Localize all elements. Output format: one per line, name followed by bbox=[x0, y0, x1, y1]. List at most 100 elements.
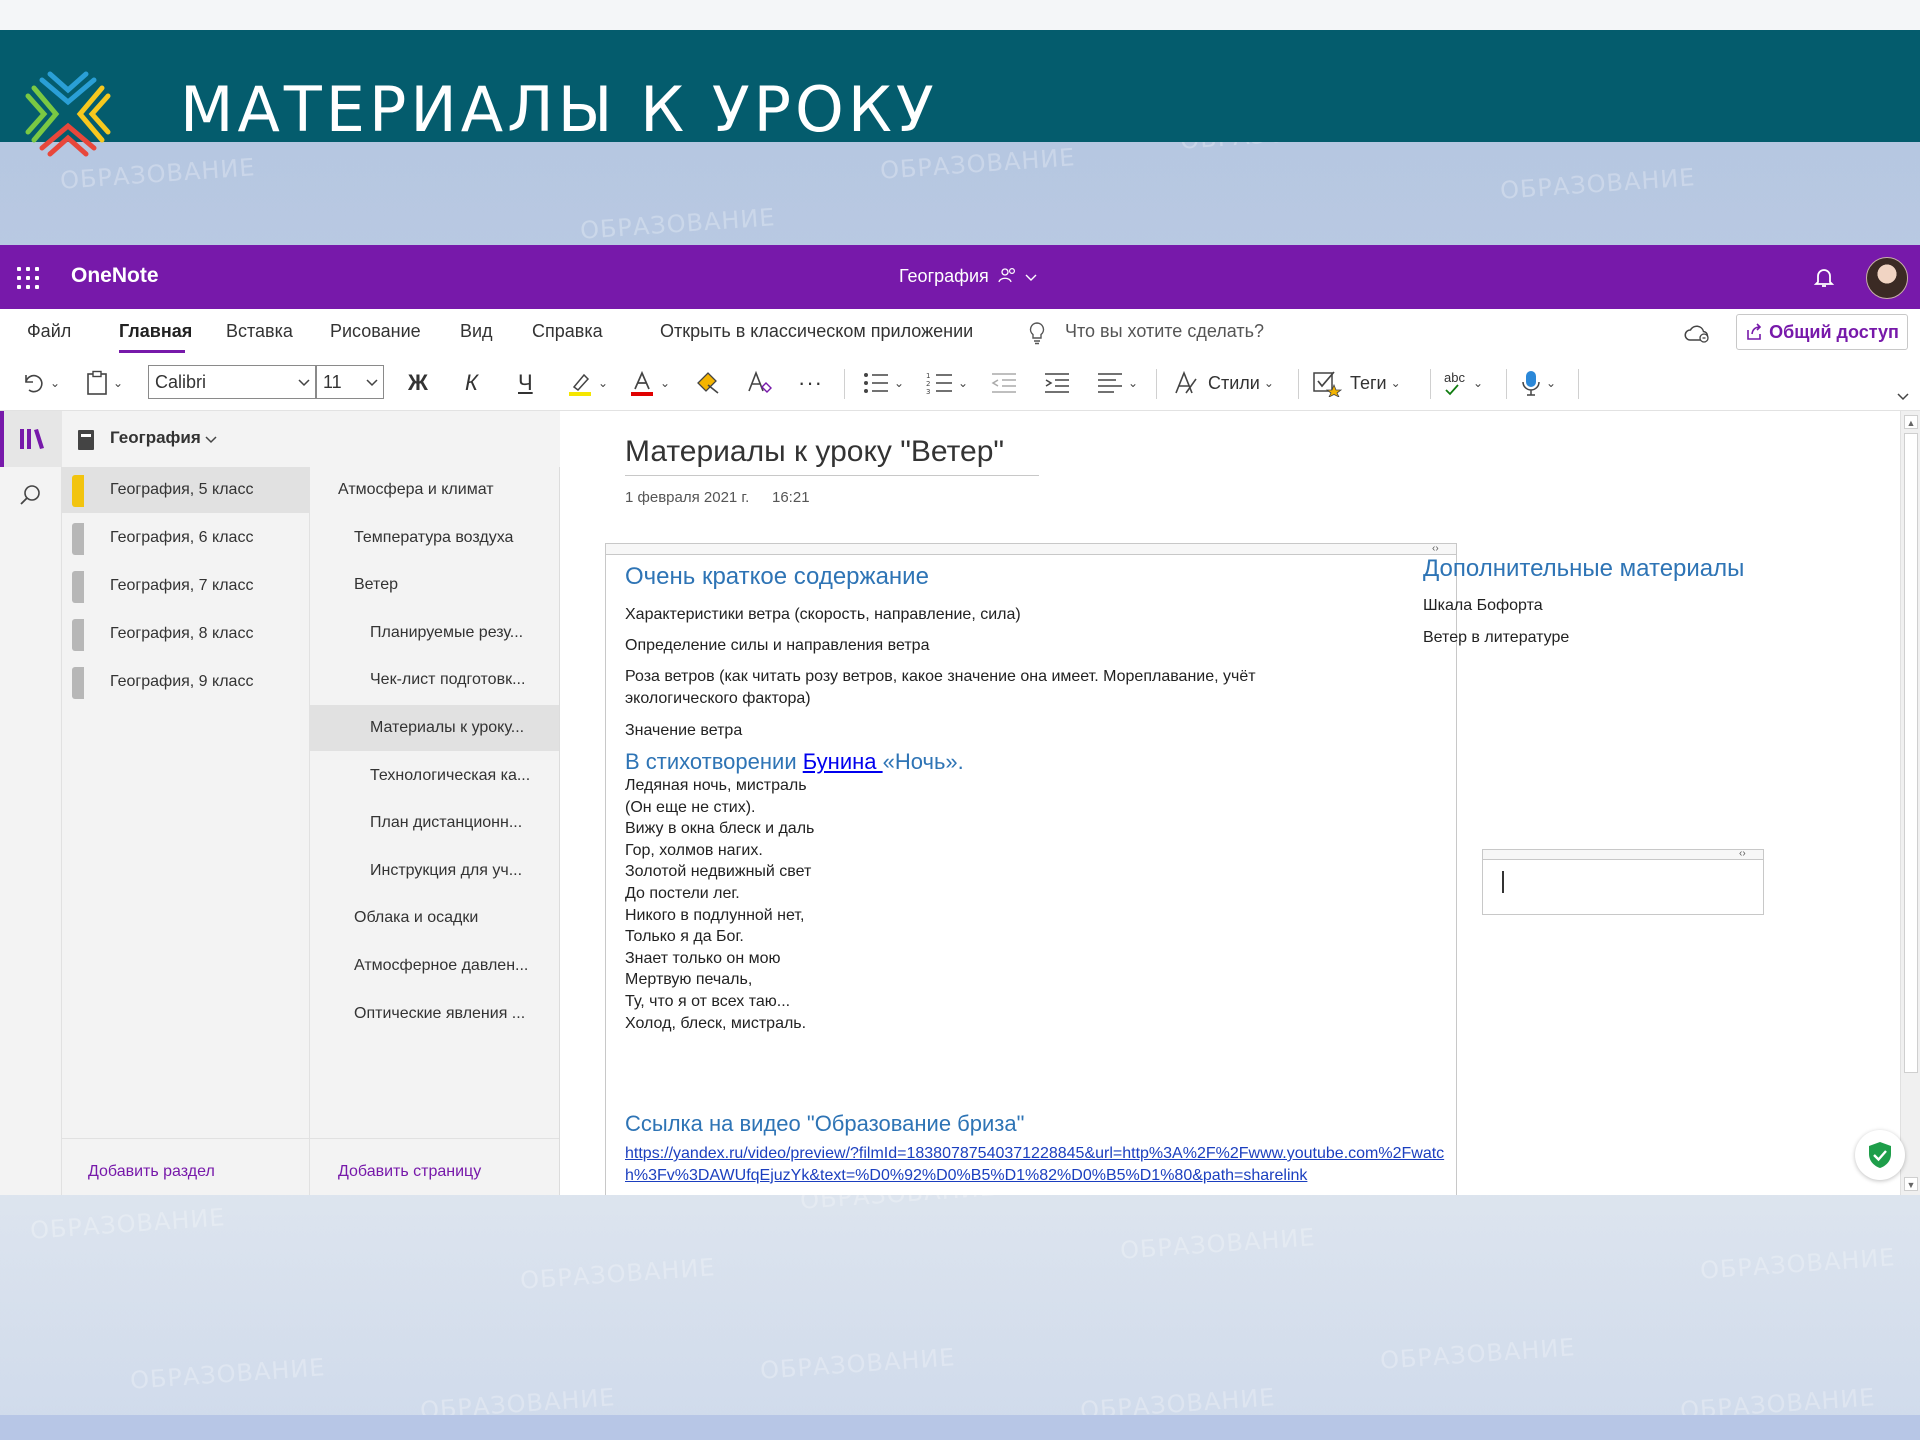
paste-button[interactable]: ⌄ bbox=[85, 367, 123, 399]
increase-indent-button[interactable] bbox=[1043, 367, 1071, 399]
undo-button[interactable]: ⌄ bbox=[20, 367, 60, 399]
share-icon bbox=[1747, 323, 1762, 340]
ribbon-expand-icon[interactable] bbox=[1896, 391, 1910, 403]
additional-materials-item[interactable]: Ветер в литературе bbox=[1423, 629, 1569, 647]
page-item[interactable]: Атмосфера и климат bbox=[310, 467, 559, 513]
poem-line[interactable]: До постели лег. bbox=[625, 885, 740, 903]
page-item[interactable]: Инструкция для уч... bbox=[310, 848, 559, 894]
page-item[interactable]: Облака и осадки bbox=[310, 895, 559, 941]
bullets-button[interactable]: ⌄ bbox=[862, 367, 904, 399]
tell-me-search[interactable]: Что вы хотите сделать? bbox=[1065, 321, 1264, 342]
poem-line[interactable]: Мертвую печаль, bbox=[625, 971, 752, 989]
page-item[interactable]: Планируемые резу... bbox=[310, 610, 559, 656]
paragraph-alignment-button[interactable]: ⌄ bbox=[1096, 367, 1138, 399]
additional-materials-heading[interactable]: Дополнительные материалы bbox=[1423, 555, 1744, 583]
sync-cloud-icon[interactable] bbox=[1683, 322, 1711, 344]
page-item-selected[interactable]: Материалы к уроку... bbox=[310, 705, 559, 751]
poem-line[interactable]: Золотой недвижный свет bbox=[625, 863, 811, 881]
tab-draw[interactable]: Рисование bbox=[330, 321, 421, 342]
notification-bell-icon[interactable] bbox=[1812, 265, 1836, 289]
toolbar-divider bbox=[1506, 369, 1507, 399]
poem-line[interactable]: Ледяная ночь, мистраль bbox=[625, 777, 807, 795]
underline-button[interactable]: Ч bbox=[518, 367, 533, 399]
chevron-down-icon bbox=[298, 379, 310, 387]
poem-line[interactable]: (Он еще не стих). bbox=[625, 799, 756, 817]
poem-heading[interactable]: В стихотворении Бунина «Ночь». bbox=[625, 749, 964, 775]
notebook-picker[interactable]: География bbox=[62, 411, 560, 467]
notebooks-rail-button[interactable] bbox=[0, 411, 62, 467]
summary-point[interactable]: Характеристики ветра (скорость, направле… bbox=[625, 604, 1445, 626]
tab-file[interactable]: Файл bbox=[27, 321, 71, 342]
page-title-underline bbox=[625, 475, 1039, 476]
dictate-button[interactable]: ⌄ bbox=[1520, 367, 1556, 399]
page-item[interactable]: Ветер bbox=[310, 562, 559, 608]
resize-handle-icon[interactable]: ‹› bbox=[1432, 543, 1439, 554]
section-item[interactable]: География, 8 класс bbox=[62, 611, 309, 657]
additional-materials-item[interactable]: Шкала Бофорта bbox=[1423, 597, 1543, 615]
add-page-link[interactable]: Добавить страницу bbox=[338, 1163, 481, 1181]
page-item[interactable]: Чек-лист подготовк... bbox=[310, 657, 559, 703]
section-item[interactable]: География, 9 класс bbox=[62, 659, 309, 705]
page-item[interactable]: Атмосферное давлен... bbox=[310, 943, 559, 989]
section-item[interactable]: География, 7 класс bbox=[62, 563, 309, 609]
resize-handle-icon[interactable]: ‹› bbox=[1739, 848, 1746, 859]
scroll-down-arrow-icon[interactable]: ▼ bbox=[1904, 1177, 1918, 1191]
section-item[interactable]: География, 6 класс bbox=[62, 515, 309, 561]
poem-line[interactable]: Только я да Бог. bbox=[625, 928, 744, 946]
scroll-thumb[interactable] bbox=[1904, 433, 1918, 1073]
video-link[interactable]: https://yandex.ru/video/preview/?filmId=… bbox=[625, 1143, 1465, 1187]
bunin-link[interactable]: Бунина bbox=[803, 749, 883, 774]
svg-text:3: 3 bbox=[926, 388, 930, 396]
poem-line[interactable]: Никого в подлунной нет, bbox=[625, 907, 804, 925]
video-heading[interactable]: Ссылка на видео "Образование бриза" bbox=[625, 1111, 1024, 1137]
page-canvas[interactable]: Материалы к уроку "Ветер" 1 февраля 2021… bbox=[560, 411, 1900, 1195]
app-launcher-icon[interactable] bbox=[17, 267, 39, 289]
scroll-up-arrow-icon[interactable]: ▲ bbox=[1904, 415, 1918, 429]
highlight-button[interactable]: ⌄ bbox=[566, 367, 608, 399]
summary-point[interactable]: Роза ветров (как читать розу ветров, как… bbox=[625, 666, 1345, 710]
poem-line[interactable]: Вижу в окна блеск и даль bbox=[625, 820, 814, 838]
font-size-select[interactable]: 11 bbox=[316, 365, 384, 399]
bullet-list-icon bbox=[864, 373, 888, 393]
styles-button[interactable]: Стили ⌄ bbox=[1172, 367, 1274, 399]
empty-note-container-handle[interactable]: ‹› bbox=[1482, 848, 1764, 860]
poem-line[interactable]: Гор, холмов нагих. bbox=[625, 842, 763, 860]
vertical-scrollbar[interactable]: ▲ ▼ bbox=[1900, 411, 1920, 1195]
summary-point[interactable]: Определение силы и направления ветра bbox=[625, 635, 1445, 657]
search-icon[interactable] bbox=[18, 483, 42, 507]
page-item[interactable]: План дистанционн... bbox=[310, 800, 559, 846]
poem-line[interactable]: Холод, блеск, мистраль. bbox=[625, 1015, 806, 1033]
tags-button[interactable]: Теги ⌄ bbox=[1312, 367, 1401, 399]
page-title[interactable]: Материалы к уроку "Ветер" bbox=[625, 435, 1004, 469]
note-container-handle[interactable]: ‹› bbox=[605, 543, 1457, 555]
share-button[interactable]: Общий доступ bbox=[1736, 314, 1908, 350]
decrease-indent-button[interactable] bbox=[990, 367, 1018, 399]
summary-point[interactable]: Значение ветра bbox=[625, 720, 1445, 742]
numbering-button[interactable]: 1 2 3 ⌄ bbox=[926, 367, 968, 399]
open-classic-app-link[interactable]: Открыть в классическом приложении bbox=[660, 321, 973, 342]
page-item[interactable]: Технологическая ка... bbox=[310, 753, 559, 799]
tab-home[interactable]: Главная bbox=[119, 321, 192, 342]
tab-view[interactable]: Вид bbox=[460, 321, 493, 342]
app-name[interactable]: OneNote bbox=[71, 264, 159, 288]
add-section-link[interactable]: Добавить раздел bbox=[88, 1163, 215, 1181]
clear-formatting-button[interactable] bbox=[745, 367, 773, 399]
spelling-button[interactable]: abc ⌄ bbox=[1444, 367, 1483, 399]
poem-line[interactable]: Знает только он мою bbox=[625, 950, 781, 968]
font-color-button[interactable]: ⌄ bbox=[628, 367, 670, 399]
italic-button[interactable]: К bbox=[465, 367, 478, 399]
page-item[interactable]: Оптические явления ... bbox=[310, 991, 559, 1037]
format-painter-button[interactable] bbox=[694, 367, 722, 399]
user-avatar[interactable] bbox=[1866, 257, 1908, 299]
tab-insert[interactable]: Вставка bbox=[226, 321, 293, 342]
page-item[interactable]: Температура воздуха bbox=[310, 515, 559, 561]
poem-line[interactable]: Ту, что я от всех таю... bbox=[625, 993, 790, 1011]
section-item[interactable]: География, 5 класс bbox=[62, 467, 309, 513]
security-shield-icon[interactable] bbox=[1855, 1130, 1905, 1180]
tab-help[interactable]: Справка bbox=[532, 321, 603, 342]
more-options-button[interactable]: ··· bbox=[798, 367, 823, 399]
font-name-select[interactable]: Calibri bbox=[148, 365, 316, 399]
summary-heading[interactable]: Очень краткое содержание bbox=[625, 563, 929, 591]
bold-button[interactable]: Ж bbox=[408, 367, 428, 399]
document-title[interactable]: География bbox=[899, 266, 1037, 287]
